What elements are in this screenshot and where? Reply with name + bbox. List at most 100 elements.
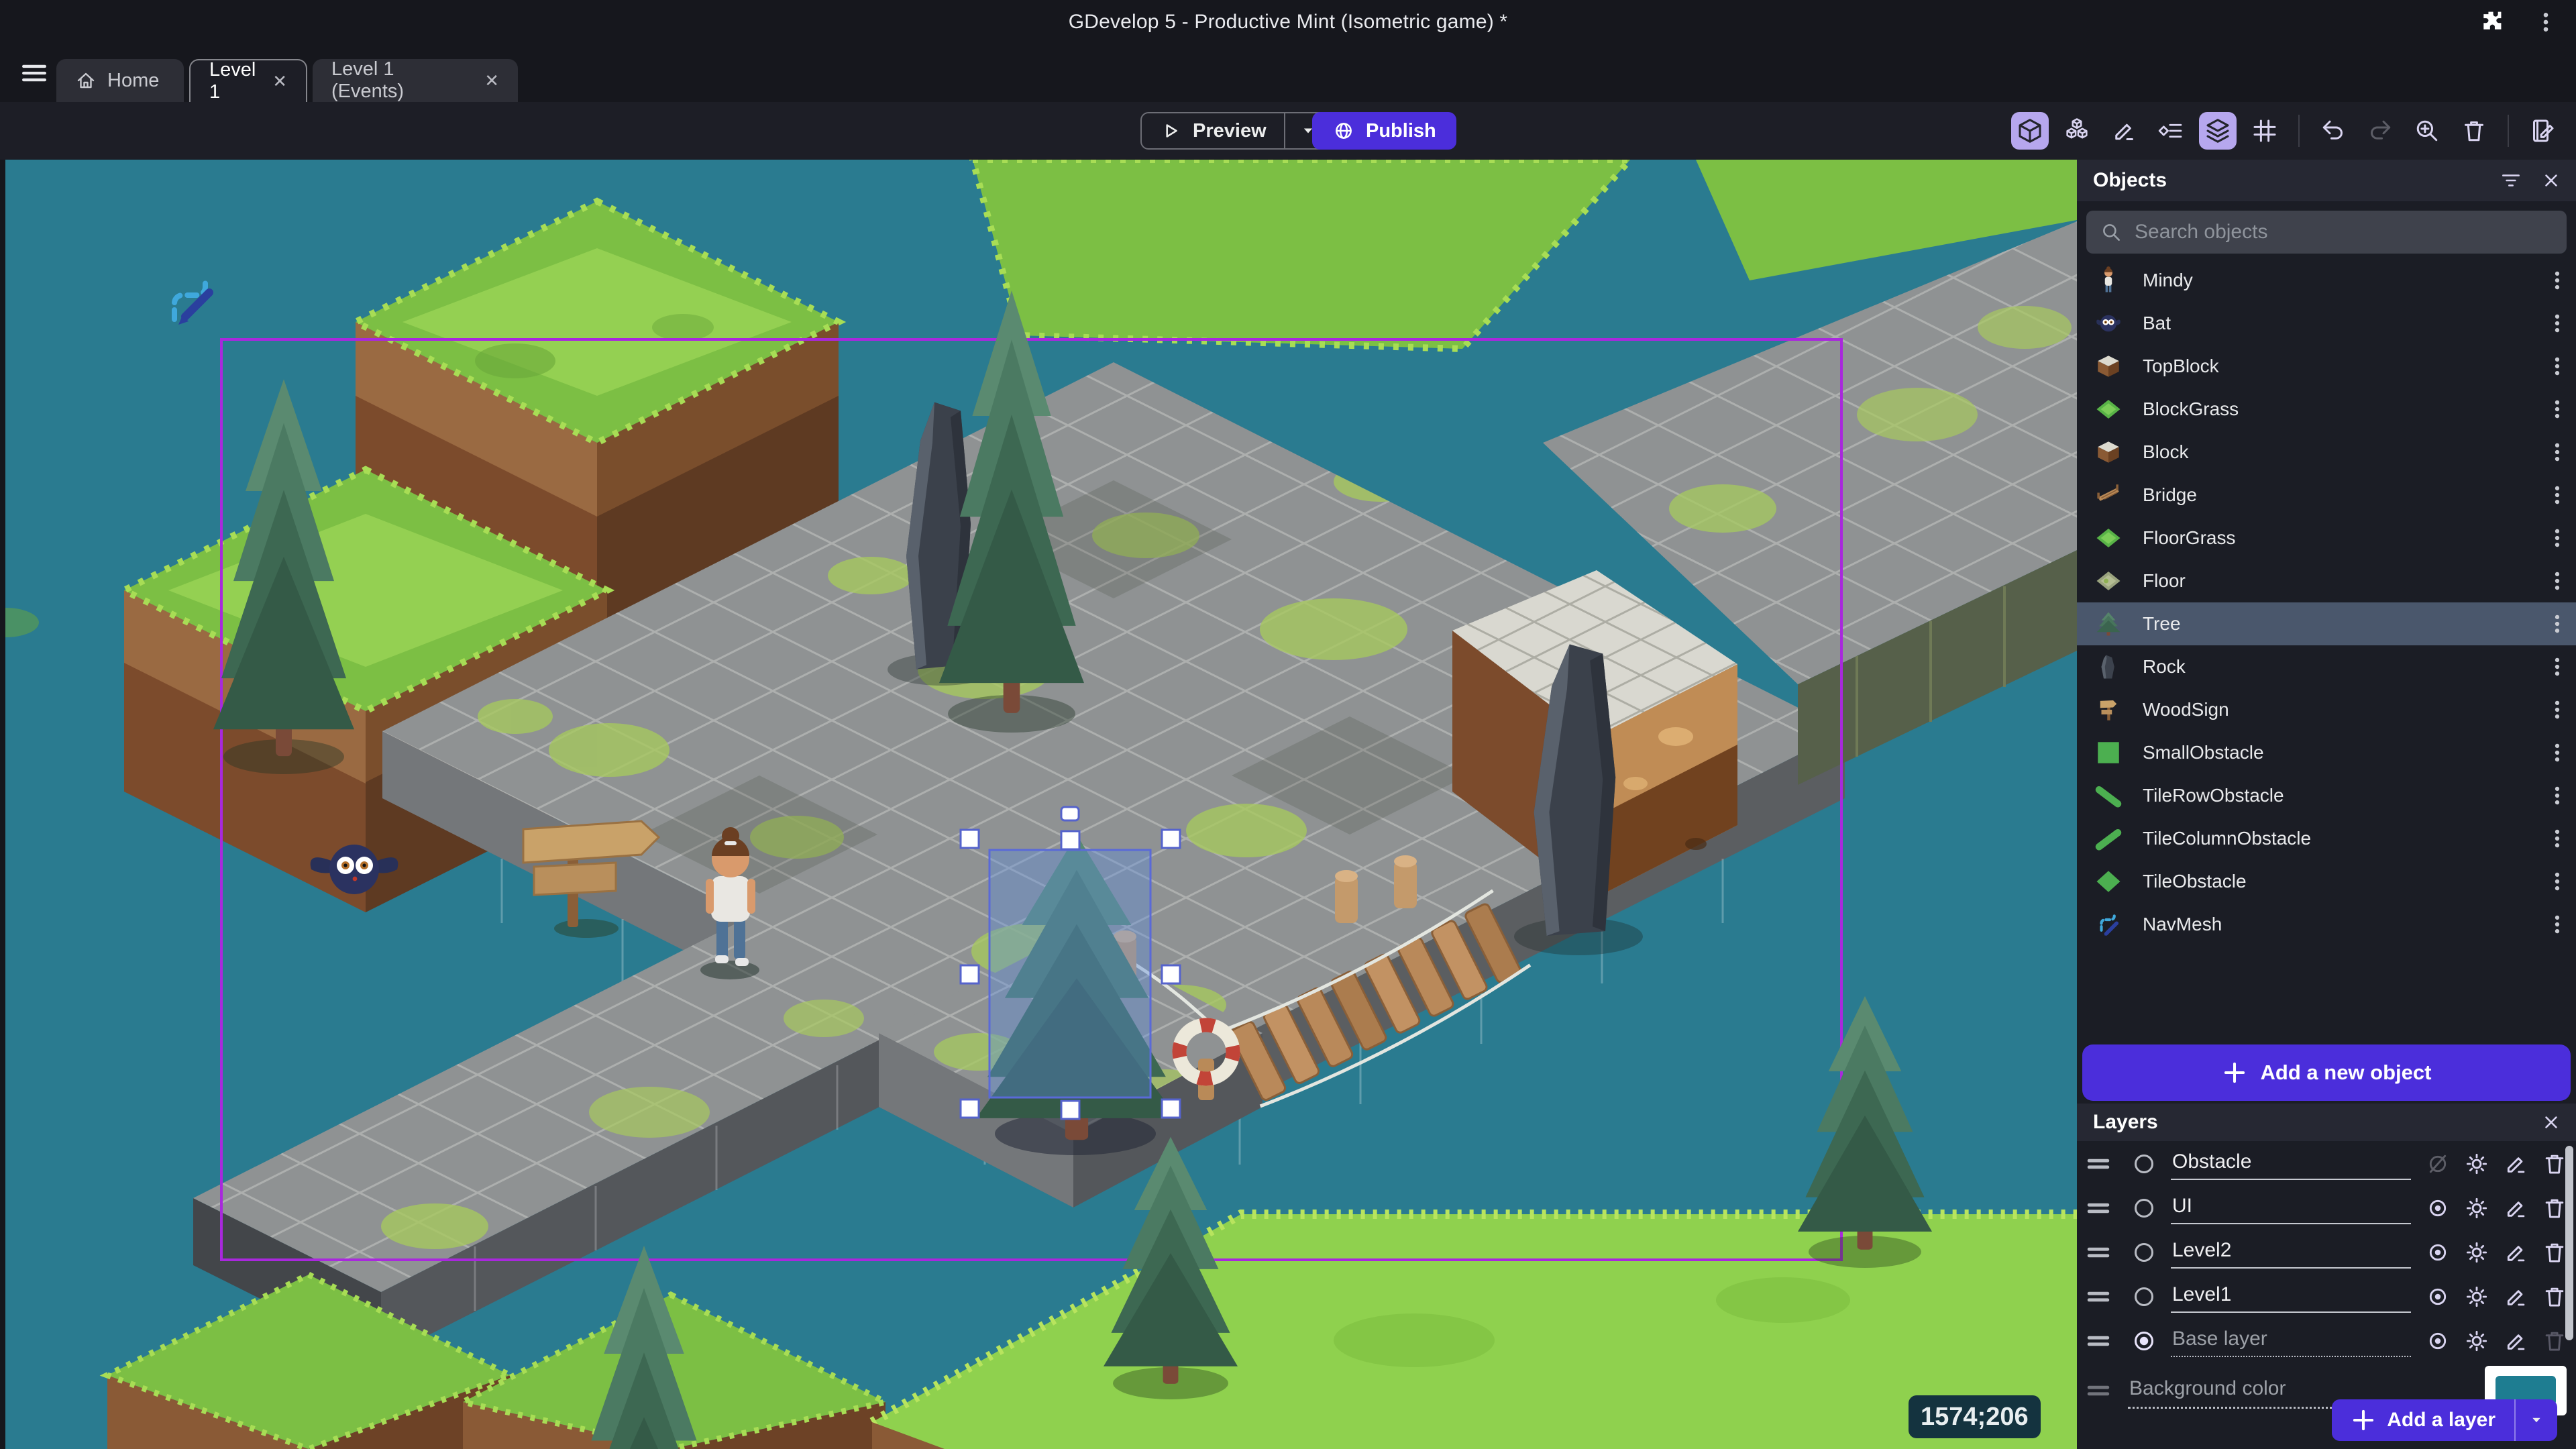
- scene-properties-button[interactable]: [2524, 112, 2561, 150]
- kebab-menu-icon[interactable]: [2545, 612, 2569, 636]
- kebab-menu-icon[interactable]: [2545, 354, 2569, 378]
- layer-lighting-icon[interactable]: [2459, 1146, 2494, 1181]
- close-tab-icon[interactable]: ✕: [484, 70, 499, 91]
- layer-select-radio[interactable]: [2131, 1150, 2157, 1177]
- object-list-item-rock[interactable]: Rock: [2077, 645, 2576, 688]
- kebab-menu-icon[interactable]: [2545, 440, 2569, 464]
- zoom-button[interactable]: [2408, 112, 2446, 150]
- object-list-item-bat[interactable]: Bat: [2077, 302, 2576, 345]
- edit-properties-button[interactable]: [2105, 112, 2143, 150]
- kebab-menu-icon[interactable]: [2545, 826, 2569, 851]
- selection-overlay[interactable]: [959, 806, 1181, 1120]
- resize-handle[interactable]: [1060, 830, 1081, 851]
- browser-menu-icon[interactable]: [2533, 9, 2559, 35]
- object-list-item-blockgrass[interactable]: BlockGrass: [2077, 388, 2576, 431]
- tab-level1-events[interactable]: Level 1 (Events) ✕: [313, 58, 518, 102]
- redo-button[interactable]: [2361, 112, 2399, 150]
- resize-handle[interactable]: [1161, 1098, 1181, 1119]
- object-list-item-block[interactable]: Block: [2077, 431, 2576, 474]
- close-objects-panel-icon[interactable]: [2536, 165, 2567, 196]
- kebab-menu-icon[interactable]: [2545, 311, 2569, 335]
- layer-name-field[interactable]: Obstacle: [2171, 1148, 2411, 1180]
- layer-visibility-icon[interactable]: [2420, 1279, 2455, 1314]
- resize-handle[interactable]: [959, 1098, 980, 1119]
- undo-button[interactable]: [2314, 112, 2352, 150]
- kebab-menu-icon[interactable]: [2545, 526, 2569, 550]
- delete-button[interactable]: [2455, 112, 2493, 150]
- drag-handle-icon[interactable]: [2084, 1149, 2113, 1179]
- drag-handle-icon[interactable]: [2084, 1326, 2113, 1356]
- drag-handle-icon[interactable]: [2084, 1282, 2113, 1311]
- layer-edit-icon[interactable]: [2498, 1146, 2533, 1181]
- kebab-menu-icon[interactable]: [2545, 655, 2569, 679]
- kebab-menu-icon[interactable]: [2545, 268, 2569, 292]
- drag-handle-icon[interactable]: [2084, 1193, 2113, 1223]
- object-list-item-tree[interactable]: Tree: [2077, 602, 2576, 645]
- search-objects-input[interactable]: [2135, 221, 2553, 244]
- object-list-item-mindy[interactable]: Mindy: [2077, 259, 2576, 302]
- preview-button[interactable]: Preview: [1140, 112, 1332, 150]
- layer-name-field[interactable]: Base layer: [2171, 1325, 2411, 1357]
- search-objects-box[interactable]: [2086, 211, 2567, 254]
- publish-button[interactable]: Publish: [1312, 112, 1456, 150]
- layer-lighting-icon[interactable]: [2459, 1191, 2494, 1226]
- close-tab-icon[interactable]: ✕: [272, 71, 287, 92]
- layer-name-field[interactable]: UI: [2171, 1192, 2411, 1224]
- drag-handle-icon[interactable]: [2084, 1376, 2113, 1405]
- rotate-handle[interactable]: [1060, 806, 1080, 822]
- layer-select-radio[interactable]: [2131, 1195, 2157, 1222]
- layer-visibility-icon[interactable]: [2420, 1146, 2455, 1181]
- layer-visibility-icon[interactable]: [2420, 1191, 2455, 1226]
- object-list-item-smallobstacle[interactable]: SmallObstacle: [2077, 731, 2576, 774]
- main-menu-icon[interactable]: [15, 54, 54, 93]
- resize-handle[interactable]: [1161, 828, 1181, 849]
- layer-row-level1[interactable]: Level1: [2077, 1275, 2576, 1319]
- toggle-grid-button[interactable]: [2246, 112, 2284, 150]
- layers-scrollbar[interactable]: [2565, 1146, 2573, 1340]
- layer-name-field[interactable]: Level1: [2171, 1281, 2411, 1313]
- kebab-menu-icon[interactable]: [2545, 698, 2569, 722]
- extensions-icon[interactable]: [2478, 9, 2504, 35]
- object-list-item-tilerowobstacle[interactable]: TileRowObstacle: [2077, 774, 2576, 817]
- kebab-menu-icon[interactable]: [2545, 912, 2569, 936]
- layer-select-radio[interactable]: [2131, 1239, 2157, 1266]
- scene-canvas[interactable]: 1574;206: [5, 160, 2077, 1449]
- kebab-menu-icon[interactable]: [2545, 784, 2569, 808]
- resize-handle[interactable]: [1060, 1099, 1081, 1120]
- object-list-item-topblock[interactable]: TopBlock: [2077, 345, 2576, 388]
- layer-select-radio[interactable]: [2131, 1283, 2157, 1310]
- object-list-item-floor[interactable]: Floor: [2077, 559, 2576, 602]
- layer-row-base-layer[interactable]: Base layer: [2077, 1319, 2576, 1363]
- resize-handle[interactable]: [959, 964, 980, 985]
- layer-select-radio[interactable]: [2131, 1328, 2157, 1354]
- add-new-object-button[interactable]: Add a new object: [2082, 1044, 2571, 1101]
- toggle-layers-panel-button[interactable]: [2199, 112, 2237, 150]
- tab-level1[interactable]: Level 1 ✕: [189, 59, 307, 103]
- tab-home[interactable]: Home: [56, 59, 184, 102]
- layer-lighting-icon[interactable]: [2459, 1324, 2494, 1358]
- object-list-item-tilecolumnobstacle[interactable]: TileColumnObstacle: [2077, 817, 2576, 860]
- kebab-menu-icon[interactable]: [2545, 569, 2569, 593]
- layer-edit-icon[interactable]: [2498, 1279, 2533, 1314]
- layer-lighting-icon[interactable]: [2459, 1235, 2494, 1270]
- layer-lighting-icon[interactable]: [2459, 1279, 2494, 1314]
- filter-icon[interactable]: [2496, 165, 2526, 196]
- layer-row-ui[interactable]: UI: [2077, 1186, 2576, 1230]
- layer-row-level2[interactable]: Level2: [2077, 1230, 2576, 1275]
- toggle-objects-panel-button[interactable]: [2011, 112, 2049, 150]
- drag-handle-icon[interactable]: [2084, 1238, 2113, 1267]
- kebab-menu-icon[interactable]: [2545, 869, 2569, 894]
- kebab-menu-icon[interactable]: [2545, 483, 2569, 507]
- layer-edit-icon[interactable]: [2498, 1235, 2533, 1270]
- add-layer-button[interactable]: Add a layer: [2332, 1399, 2557, 1441]
- resize-handle[interactable]: [1161, 964, 1181, 985]
- resize-handle[interactable]: [959, 828, 980, 849]
- layer-edit-icon[interactable]: [2498, 1324, 2533, 1358]
- object-list-item-floorgrass[interactable]: FloorGrass: [2077, 517, 2576, 559]
- layer-visibility-icon[interactable]: [2420, 1324, 2455, 1358]
- layer-edit-icon[interactable]: [2498, 1191, 2533, 1226]
- layer-row-obstacle[interactable]: Obstacle: [2077, 1142, 2576, 1186]
- kebab-menu-icon[interactable]: [2545, 741, 2569, 765]
- object-list-item-tileobstacle[interactable]: TileObstacle: [2077, 860, 2576, 903]
- layer-name-field[interactable]: Level2: [2171, 1236, 2411, 1269]
